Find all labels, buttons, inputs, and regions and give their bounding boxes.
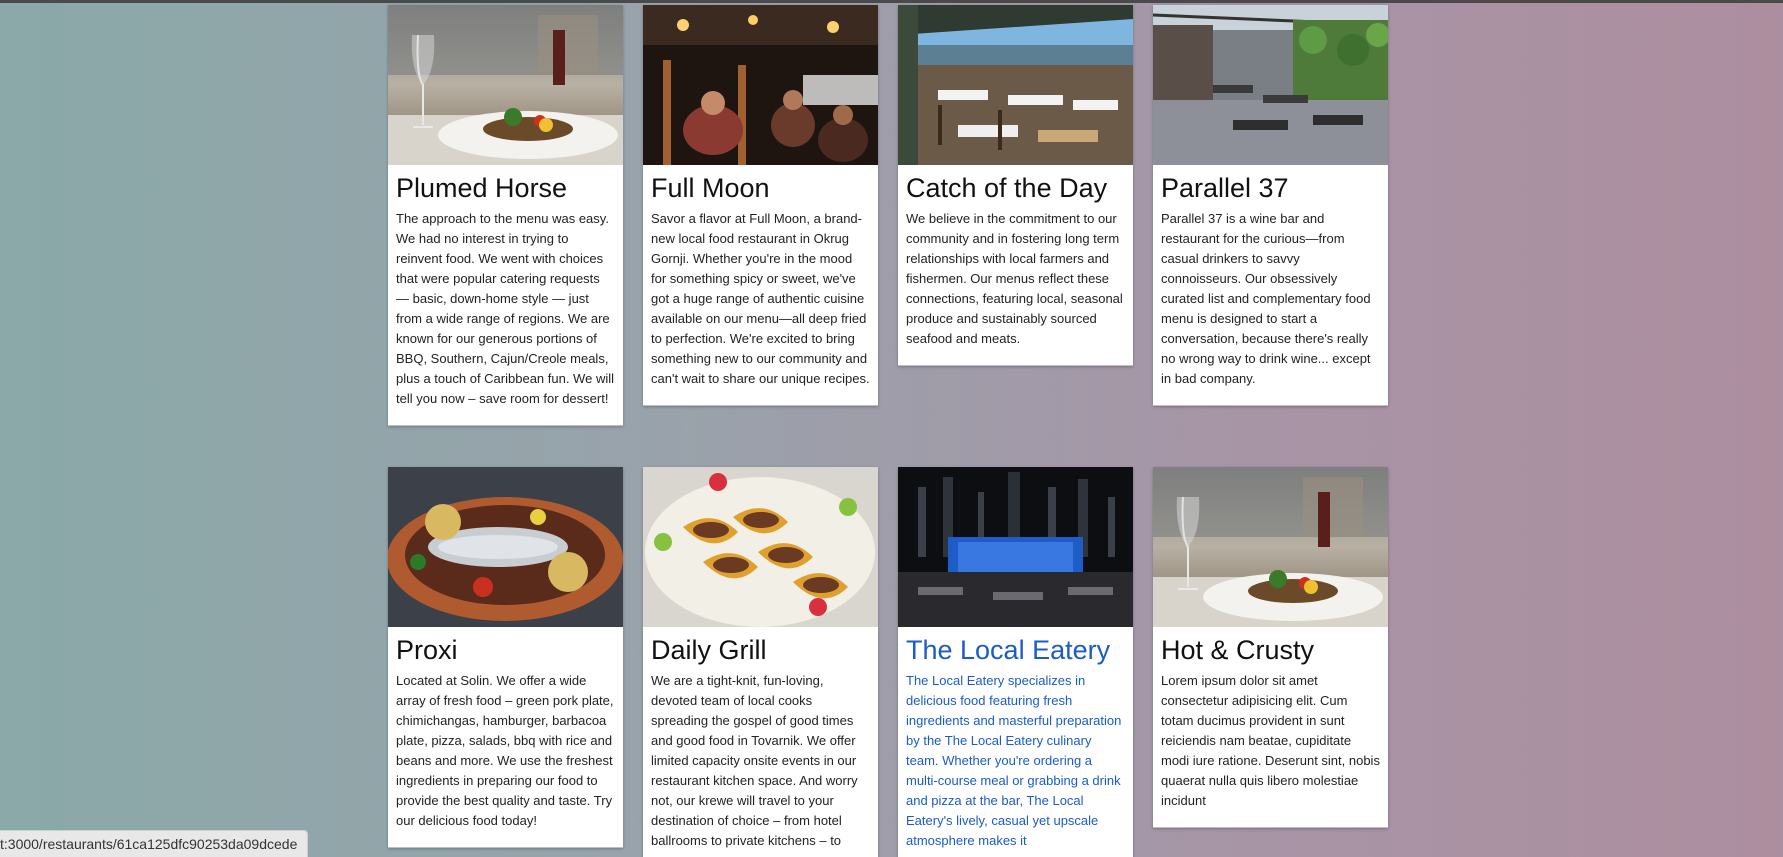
restaurant-photo[interactable]	[898, 5, 1133, 165]
restaurant-photo[interactable]	[898, 467, 1133, 627]
restaurant-description[interactable]: The approach to the menu was easy. We ha…	[396, 209, 615, 409]
restaurant-name[interactable]: Proxi	[396, 635, 615, 665]
restaurant-name[interactable]: The Local Eatery	[906, 635, 1125, 665]
restaurant-name[interactable]: Parallel 37	[1161, 173, 1380, 203]
restaurant-description[interactable]: The Local Eatery specializes in deliciou…	[906, 671, 1125, 851]
browser-top-edge	[0, 0, 1783, 3]
restaurant-photo[interactable]	[643, 467, 878, 627]
restaurant-photo[interactable]	[643, 5, 878, 165]
restaurant-name[interactable]: Full Moon	[651, 173, 870, 203]
restaurant-name[interactable]: Plumed Horse	[396, 173, 615, 203]
restaurant-name[interactable]: Daily Grill	[651, 635, 870, 665]
restaurant-name[interactable]: Catch of the Day	[906, 173, 1125, 203]
restaurant-photo[interactable]	[388, 467, 623, 627]
restaurant-card[interactable]: Full Moon Savor a flavor at Full Moon, a…	[643, 5, 878, 406]
restaurant-description[interactable]: We are a tight-knit, fun-loving, devoted…	[651, 671, 870, 851]
restaurant-card[interactable]: Plumed Horse The approach to the menu wa…	[388, 5, 623, 426]
status-url: t:3000/restaurants/61ca125dfc90253da09dc…	[0, 836, 298, 852]
restaurant-description[interactable]: Parallel 37 is a wine bar and restaurant…	[1161, 209, 1380, 389]
restaurant-description[interactable]: Lorem ipsum dolor sit amet consectetur a…	[1161, 671, 1380, 811]
restaurant-description[interactable]: We believe in the commitment to our comm…	[906, 209, 1125, 349]
restaurant-photo[interactable]	[1153, 467, 1388, 627]
restaurant-card[interactable]: Catch of the Day We believe in the commi…	[898, 5, 1133, 366]
restaurant-photo[interactable]	[388, 5, 623, 165]
restaurant-photo[interactable]	[1153, 5, 1388, 165]
restaurant-card[interactable]: Hot & Crusty Lorem ipsum dolor sit amet …	[1153, 467, 1388, 828]
restaurant-card[interactable]: The Local Eatery The Local Eatery specia…	[898, 467, 1133, 857]
link-status-bar: t:3000/restaurants/61ca125dfc90253da09dc…	[0, 830, 309, 857]
restaurant-description[interactable]: Located at Solin. We offer a wide array …	[396, 671, 615, 831]
restaurant-card[interactable]: Daily Grill We are a tight-knit, fun-lov…	[643, 467, 878, 857]
restaurant-card[interactable]: Parallel 37 Parallel 37 is a wine bar an…	[1153, 5, 1388, 406]
restaurant-description[interactable]: Savor a flavor at Full Moon, a brand-new…	[651, 209, 870, 389]
restaurant-name[interactable]: Hot & Crusty	[1161, 635, 1380, 665]
restaurant-card[interactable]: Proxi Located at Solin. We offer a wide …	[388, 467, 623, 848]
